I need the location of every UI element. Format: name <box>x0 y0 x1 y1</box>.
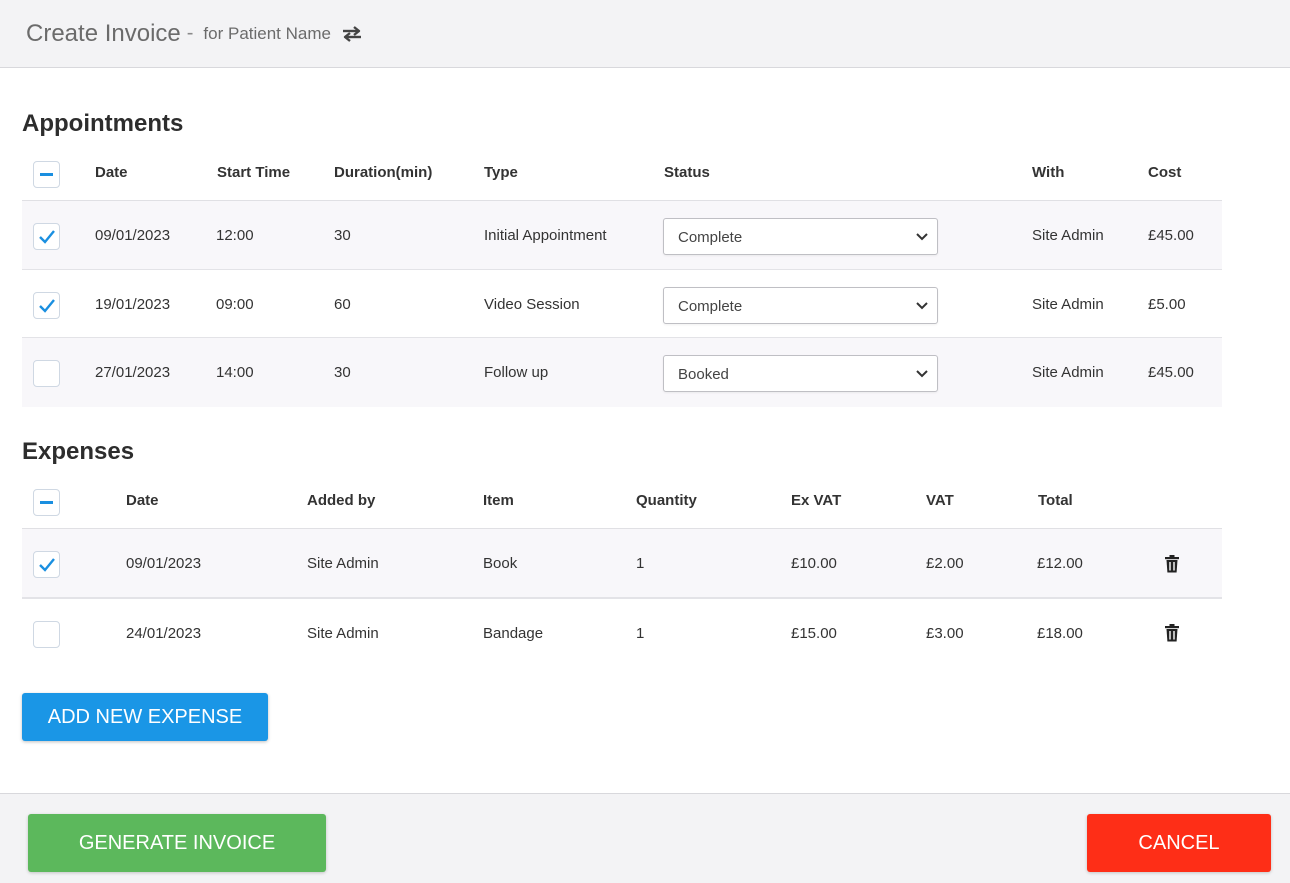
col-date: Date <box>95 164 128 181</box>
trash-icon[interactable] <box>1164 624 1180 642</box>
trash-icon[interactable] <box>1164 555 1180 573</box>
status-select[interactable]: Complete <box>663 287 938 324</box>
expense-total: £12.00 <box>1037 555 1083 572</box>
col-total: Total <box>1038 492 1073 509</box>
col-status: Status <box>664 164 710 181</box>
expense-vat: £2.00 <box>926 555 964 572</box>
expense-ex-vat: £10.00 <box>791 555 837 572</box>
appointment-cost: £5.00 <box>1148 296 1186 313</box>
appointment-row: 27/01/2023 14:00 30 Follow up Booked Sit… <box>22 338 1222 407</box>
appointments-table: Date Start Time Duration(min) Type Statu… <box>22 145 1222 407</box>
status-select-value: Complete <box>678 229 743 246</box>
col-date: Date <box>126 492 159 509</box>
appointment-row: 19/01/2023 09:00 60 Video Session Comple… <box>22 270 1222 338</box>
appointment-duration: 60 <box>334 296 351 313</box>
expense-total: £18.00 <box>1037 625 1083 642</box>
chevron-down-icon <box>916 302 928 310</box>
select-all-expenses-checkbox[interactable] <box>33 489 60 516</box>
chevron-down-icon <box>916 233 928 241</box>
appointment-date: 19/01/2023 <box>95 296 171 313</box>
col-duration: Duration(min) <box>334 164 433 181</box>
appointment-type: Video Session <box>484 296 580 313</box>
patient-name-link[interactable]: for Patient Name <box>203 24 331 44</box>
page-title: Create Invoice <box>26 19 181 47</box>
generate-invoice-button[interactable]: GENERATE INVOICE <box>28 814 326 872</box>
select-all-appointments-checkbox[interactable] <box>33 161 60 188</box>
expenses-header-row: Date Added by Item Quantity Ex VAT VAT T… <box>22 473 1222 529</box>
appointment-duration: 30 <box>334 364 351 381</box>
appointment-type: Initial Appointment <box>484 227 607 244</box>
appointment-cost: £45.00 <box>1148 364 1194 381</box>
page-header: Create Invoice - for Patient Name <box>0 0 1290 68</box>
expense-ex-vat: £15.00 <box>791 625 837 642</box>
appointment-type: Follow up <box>484 364 549 381</box>
col-cost: Cost <box>1148 164 1182 181</box>
expense-checkbox[interactable] <box>33 551 60 578</box>
footer-bar: GENERATE INVOICE CANCEL <box>0 793 1290 883</box>
appointment-date: 27/01/2023 <box>95 364 171 381</box>
appointment-with: Site Admin <box>1032 296 1104 313</box>
col-vat: VAT <box>926 492 954 509</box>
expense-item: Book <box>483 555 518 572</box>
expense-added-by: Site Admin <box>307 555 379 572</box>
appointments-title: Appointments <box>22 110 184 137</box>
expense-row: 24/01/2023 Site Admin Bandage 1 £15.00 £… <box>22 598 1222 666</box>
appointment-checkbox[interactable] <box>33 292 60 319</box>
expense-date: 09/01/2023 <box>126 555 202 572</box>
add-new-expense-button[interactable]: ADD NEW EXPENSE <box>22 693 268 741</box>
expense-quantity: 1 <box>636 555 645 572</box>
status-select[interactable]: Complete <box>663 218 938 255</box>
status-select-value: Complete <box>678 298 743 315</box>
expense-vat: £3.00 <box>926 625 964 642</box>
col-item: Item <box>483 492 514 509</box>
expense-item: Bandage <box>483 625 544 642</box>
expense-added-by: Site Admin <box>307 625 379 642</box>
col-ex-vat: Ex VAT <box>791 492 842 509</box>
status-select-value: Booked <box>678 366 729 383</box>
appointment-start: 14:00 <box>216 364 254 381</box>
appointment-start: 12:00 <box>216 227 254 244</box>
appointment-row: 09/01/2023 12:00 30 Initial Appointment … <box>22 201 1222 270</box>
cancel-button[interactable]: CANCEL <box>1087 814 1271 872</box>
title-separator: - <box>186 22 194 44</box>
col-added-by: Added by <box>307 492 376 509</box>
appointment-duration: 30 <box>334 227 351 244</box>
appointment-start: 09:00 <box>216 296 254 313</box>
appointment-with: Site Admin <box>1032 227 1104 244</box>
col-type: Type <box>484 164 518 181</box>
col-quantity: Quantity <box>636 492 697 509</box>
status-select[interactable]: Booked <box>663 355 938 392</box>
appointment-checkbox[interactable] <box>33 223 60 250</box>
appointment-cost: £45.00 <box>1148 227 1194 244</box>
swap-arrows-icon[interactable] <box>341 25 363 43</box>
expense-checkbox[interactable] <box>33 621 60 648</box>
appointment-with: Site Admin <box>1032 364 1104 381</box>
expense-date: 24/01/2023 <box>126 625 202 642</box>
expenses-table: Date Added by Item Quantity Ex VAT VAT T… <box>22 473 1222 666</box>
expense-row: 09/01/2023 Site Admin Book 1 £10.00 £2.0… <box>22 529 1222 598</box>
expenses-title: Expenses <box>22 438 135 465</box>
appointments-header-row: Date Start Time Duration(min) Type Statu… <box>22 145 1222 201</box>
expense-quantity: 1 <box>636 625 645 642</box>
appointment-checkbox[interactable] <box>33 360 60 387</box>
chevron-down-icon <box>916 370 928 378</box>
col-start-time: Start Time <box>217 164 291 181</box>
appointment-date: 09/01/2023 <box>95 227 171 244</box>
col-with: With <box>1032 164 1065 181</box>
